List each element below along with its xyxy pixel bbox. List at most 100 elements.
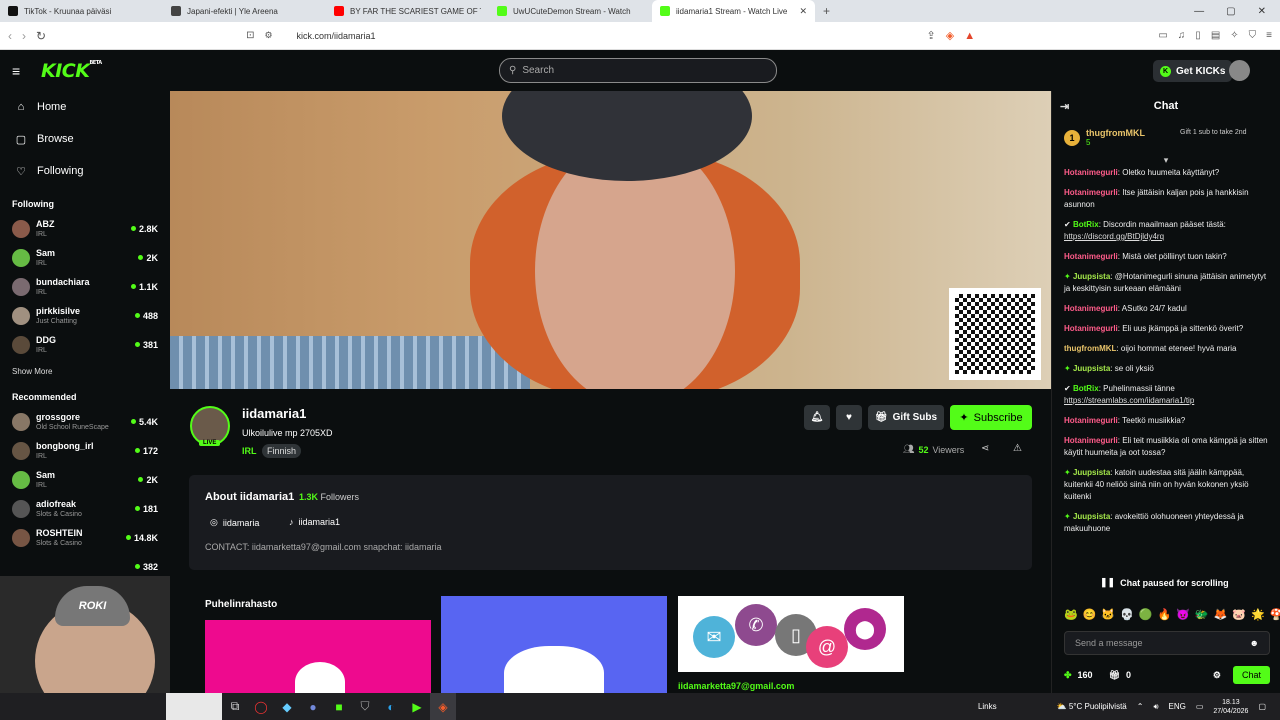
hamburger-menu-icon[interactable]: ≡: [12, 63, 32, 79]
close-window-icon[interactable]: ✕: [1258, 6, 1266, 17]
sidebar-channel[interactable]: Sam IRL 2K: [0, 243, 170, 272]
site-info-icon[interactable]: ⚙: [264, 30, 272, 41]
play-icon[interactable]: ▶: [404, 693, 430, 720]
panel-discord[interactable]: [441, 596, 667, 706]
chat-link[interactable]: https://streamlabs.com/iidamaria1/tip: [1064, 396, 1194, 405]
chat-username[interactable]: Juupsista: [1073, 272, 1110, 281]
menu-icon[interactable]: ≡: [1266, 30, 1272, 41]
close-tab-icon[interactable]: ✕: [799, 6, 807, 17]
browser-tab[interactable]: TikTok - Kruunaa päiväsi: [0, 0, 163, 22]
browser-tab[interactable]: BY FAR THE SCARIEST GAME OF THE: [326, 0, 489, 22]
browser-tab[interactable]: iidamaria1 Stream - Watch Live ✕: [652, 0, 815, 22]
emote-icon[interactable]: 😊: [1083, 608, 1097, 621]
kick-taskbar-icon[interactable]: ■: [326, 693, 352, 720]
panel-streamlabs[interactable]: [205, 620, 431, 702]
vpn-icon[interactable]: ⛉: [1249, 30, 1257, 41]
chat-username[interactable]: thugfromMKL: [1064, 344, 1116, 353]
sidebar-nav-browse[interactable]: ▢ Browse: [0, 123, 170, 155]
share-icon[interactable]: ⋖: [981, 443, 989, 454]
panel-contact[interactable]: ✉ ✆ ▯ @ ⬤: [678, 596, 904, 672]
chat-send-button[interactable]: Chat: [1232, 666, 1270, 684]
reload-icon[interactable]: ↻: [36, 29, 46, 43]
brave-taskbar-icon[interactable]: ◈: [430, 693, 456, 720]
emote-icon[interactable]: 🌟: [1251, 608, 1265, 621]
emoji-picker-icon[interactable]: ☻: [1250, 638, 1259, 648]
url-field[interactable]: kick.com/iidamaria1: [297, 31, 937, 41]
browser-tab[interactable]: Japani-efekti | Yle Areena: [163, 0, 326, 22]
chat-username[interactable]: BotRix: [1073, 384, 1099, 393]
forward-icon[interactable]: ›: [22, 29, 26, 43]
sidebar-channel[interactable]: bongbong_irl IRL 172: [0, 436, 170, 465]
new-tab-button[interactable]: +: [823, 0, 830, 22]
chat-username[interactable]: Juupsista: [1073, 468, 1110, 477]
sidebar-channel[interactable]: pirkkisilve Just Chatting 488: [0, 301, 170, 330]
emote-icon[interactable]: 🍄: [1270, 608, 1280, 621]
emote-icon[interactable]: 🔥: [1158, 608, 1172, 621]
clock[interactable]: 18.13 27/04/2026: [1213, 698, 1248, 716]
weather-widget[interactable]: ⛅ 5°C Puolipilvistä: [1057, 702, 1127, 711]
sidebar-channel[interactable]: Sam IRL 2K: [0, 465, 170, 494]
sidebar-nav-home[interactable]: ⌂ Home: [0, 91, 170, 123]
subscribe-button[interactable]: ✦ Subscribe: [950, 405, 1032, 430]
chat-username[interactable]: Hotanimegurli: [1064, 252, 1118, 261]
tray-expand-icon[interactable]: ⌃: [1137, 702, 1144, 711]
instagram-link[interactable]: ◎ iidamaria: [210, 517, 259, 528]
chat-username[interactable]: Hotanimegurli: [1064, 168, 1118, 177]
back-icon[interactable]: ‹: [8, 29, 12, 43]
chat-paused-banner[interactable]: ❚❚ Chat paused for scrolling: [1094, 575, 1235, 590]
taskbar-search[interactable]: [166, 693, 222, 720]
emote-icon[interactable]: 🐷: [1232, 608, 1246, 621]
emote-icon[interactable]: 🐲: [1195, 608, 1209, 621]
chat-settings-icon[interactable]: ⚙: [1213, 670, 1221, 681]
chat-username[interactable]: Hotanimegurli: [1064, 188, 1118, 197]
chat-username[interactable]: Hotanimegurli: [1064, 416, 1118, 425]
expand-leaderboard-icon[interactable]: ▾: [1052, 155, 1280, 167]
sidebar-channel[interactable]: adiofreak Slots & Casino 181: [0, 494, 170, 523]
shield-taskbar-icon[interactable]: ⛉: [352, 693, 378, 720]
opera-icon[interactable]: ◯: [248, 693, 274, 720]
sidebar-channel[interactable]: bundachiara IRL 1.1K: [0, 272, 170, 301]
brave-shield-icon[interactable]: ◈: [946, 29, 954, 42]
chat-input[interactable]: Send a message ☻: [1064, 631, 1270, 655]
notification-bell-button[interactable]: 🔔︎: [804, 405, 830, 430]
channel-name[interactable]: iidamaria1: [242, 406, 306, 421]
kick-logo[interactable]: KICKBETA: [41, 60, 102, 82]
wallet-icon[interactable]: ▤: [1211, 30, 1220, 41]
gift-icon[interactable]: 🎁︎: [1109, 670, 1120, 681]
follow-button[interactable]: ♥: [836, 405, 862, 430]
browser-tab[interactable]: UwUCuteDemon Stream - Watch: [489, 0, 652, 22]
video-player[interactable]: [170, 91, 1051, 389]
network-icon[interactable]: ▭: [1196, 702, 1204, 711]
volume-icon[interactable]: 🔊︎: [1153, 702, 1158, 712]
sidebar-channel[interactable]: DDG IRL 381: [0, 330, 170, 359]
language-tag[interactable]: Finnish: [262, 444, 302, 458]
chat-username[interactable]: Hotanimegurli: [1064, 436, 1118, 445]
tiktok-link[interactable]: ♪ iidamaria1: [289, 517, 340, 527]
language-indicator[interactable]: ENG: [1168, 702, 1185, 711]
notifications-icon[interactable]: ▢: [1258, 702, 1266, 711]
app-icon[interactable]: ◆: [274, 693, 300, 720]
gift-subs-button[interactable]: 🎁︎ Gift Subs: [868, 405, 944, 430]
chat-username[interactable]: Hotanimegurli: [1064, 304, 1118, 313]
maximize-icon[interactable]: ▢: [1226, 6, 1235, 17]
user-avatar[interactable]: [1229, 60, 1250, 81]
chat-messages[interactable]: Hotanimegurli: Oletko huumeita käyttänyt…: [1052, 167, 1280, 582]
sidebar-icon[interactable]: ▯: [1195, 30, 1201, 41]
get-kicks-button[interactable]: K Get KICKs: [1153, 60, 1233, 82]
emote-icon[interactable]: 🐸: [1064, 608, 1078, 621]
emote-icon[interactable]: 🦊: [1214, 608, 1228, 621]
panel-email[interactable]: iidamarketta97@gmail.com: [678, 681, 794, 691]
sidebar-channel[interactable]: ABZ IRL 2.8K: [0, 214, 170, 243]
chat-username[interactable]: BotRix: [1073, 220, 1099, 229]
leo-icon[interactable]: ✧: [1230, 30, 1238, 41]
search-input[interactable]: ⚲ Search: [499, 58, 777, 83]
media-icon[interactable]: ♫: [1178, 30, 1186, 41]
show-more-link[interactable]: Show More: [0, 367, 170, 376]
chat-username[interactable]: Juupsista: [1073, 512, 1110, 521]
edge-icon[interactable]: ◐: [378, 693, 404, 720]
bookmark-icon[interactable]: ⊡: [246, 30, 254, 41]
share-page-icon[interactable]: ⇪: [927, 29, 936, 42]
emote-icon[interactable]: 🟢: [1139, 608, 1153, 621]
reader-icon[interactable]: ▭: [1158, 30, 1167, 41]
discord-taskbar-icon[interactable]: ●: [300, 693, 326, 720]
